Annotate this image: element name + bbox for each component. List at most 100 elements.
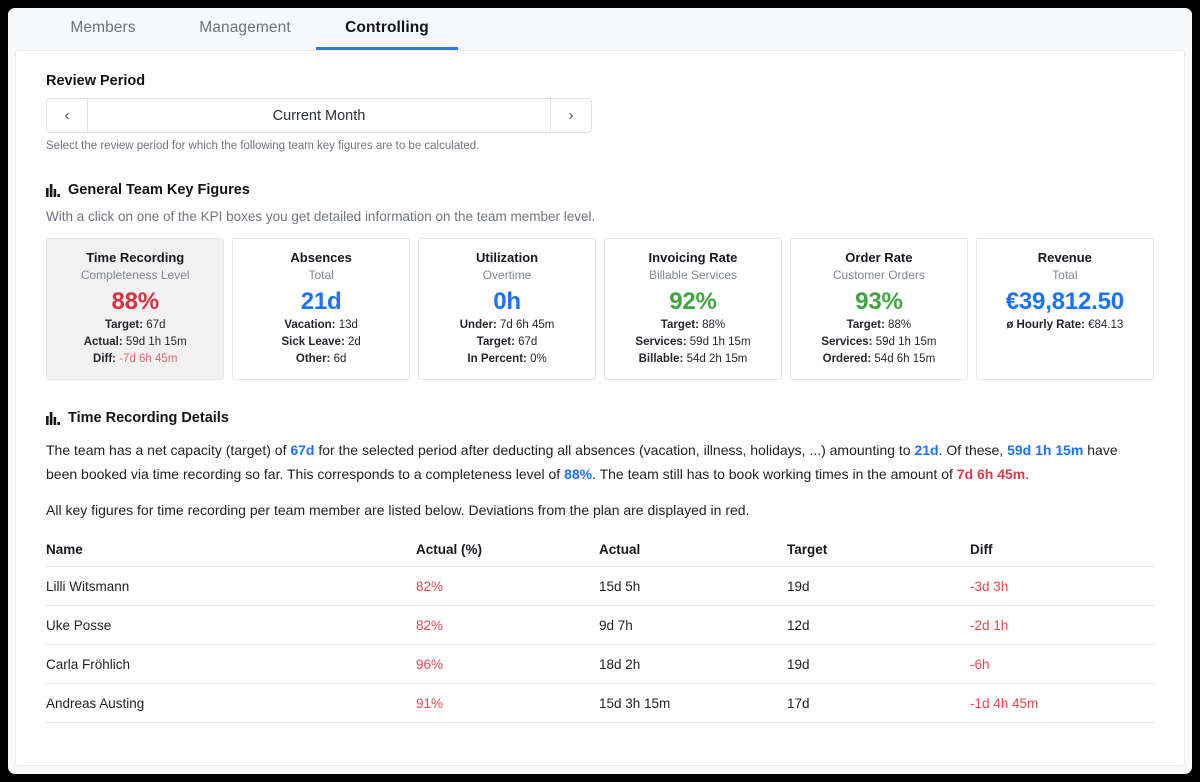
- content-panel: Review Period ‹ Current Month › Select t…: [15, 50, 1185, 766]
- kpi-card-grid: Time Recording Completeness Level 88% Ta…: [46, 238, 1155, 380]
- review-period-value[interactable]: Current Month: [88, 99, 550, 132]
- tab-members[interactable]: Members: [32, 8, 174, 50]
- kpi-detail-row: Billable: 54d 2h 15m: [613, 351, 773, 368]
- previous-period-button[interactable]: ‹: [47, 99, 88, 132]
- table-row[interactable]: Carla Fröhlich 96% 18d 2h 19d -6h: [46, 644, 1154, 684]
- cell-target: 17d: [787, 683, 970, 723]
- cell-diff: -2d 1h: [970, 605, 1154, 645]
- kpi-card-revenue[interactable]: Revenue Total €39,812.50 ø Hourly Rate: …: [975, 238, 1155, 380]
- kpi-detail-value: 0%: [530, 353, 547, 365]
- net-capacity-value: 67d: [290, 442, 315, 458]
- time-recording-summary-paragraph: The team has a net capacity (target) of …: [46, 438, 1151, 486]
- app-window: Members Management Controlling Review Pe…: [8, 8, 1192, 774]
- cell-diff: -6h: [970, 644, 1154, 684]
- kpi-title: Order Rate: [845, 250, 913, 265]
- kpi-title: Utilization: [476, 250, 539, 265]
- tab-management-label: Management: [199, 18, 291, 36]
- chevron-right-icon: ›: [568, 107, 574, 124]
- time-recording-details-header: Time Recording Details: [46, 410, 1154, 426]
- kpi-subtitle: Customer Orders: [832, 268, 925, 282]
- para-text: for the selected period after deducting …: [314, 442, 915, 458]
- review-period-hint: Select the review period for which the f…: [46, 140, 480, 152]
- team-member-time-table: Name Actual (%) Actual Target Diff Lilli…: [46, 542, 1154, 723]
- kpi-detail-label: Diff:: [93, 353, 117, 365]
- kpi-detail-label: Target:: [104, 319, 144, 331]
- kpi-card-order-rate[interactable]: Order Rate Customer Orders 93% Target: 8…: [789, 238, 969, 380]
- cell-actual-pct: 96%: [416, 644, 599, 684]
- kpi-value: 0h: [493, 288, 521, 315]
- para-text: The team has a net capacity (target) of: [46, 442, 291, 458]
- cell-target: 19d: [787, 644, 970, 684]
- kpi-detail-value: 59d 1h 15m: [125, 336, 187, 348]
- next-period-button[interactable]: ›: [550, 99, 591, 132]
- kpi-title: Absences: [290, 250, 352, 265]
- kpi-detail-row: Services: 59d 1h 15m: [613, 334, 773, 351]
- kpi-detail-value: 88%: [702, 319, 726, 331]
- table-header: Name Actual (%) Actual Target Diff: [46, 542, 1154, 567]
- kpi-subtitle: Billable Services: [648, 268, 737, 282]
- kpi-card-absences[interactable]: Absences Total 21d Vacation: 13d Sick Le…: [231, 238, 411, 380]
- kpi-detail-value: 59d 1h 15m: [689, 336, 751, 348]
- kpi-detail-value: 2d: [347, 336, 361, 348]
- outstanding-value: 7d 6h 45m: [956, 466, 1026, 482]
- tab-management[interactable]: Management: [174, 8, 316, 50]
- table-header-row: Name Actual (%) Actual Target Diff: [46, 542, 1154, 567]
- kpi-detail-row: Vacation: 13d: [241, 317, 401, 334]
- cell-target: 12d: [787, 605, 970, 645]
- cell-name: Uke Posse: [46, 605, 416, 645]
- para-text: . Of these,: [938, 442, 1008, 458]
- kpi-value: 88%: [111, 288, 159, 315]
- kpi-detail-label: Target:: [476, 336, 515, 348]
- tab-members-label: Members: [70, 18, 136, 36]
- tab-controlling[interactable]: Controlling: [316, 8, 458, 50]
- para-text: .: [1025, 466, 1030, 482]
- kpi-detail-label: Vacation:: [284, 319, 336, 331]
- review-period-selector[interactable]: ‹ Current Month ›: [46, 98, 592, 133]
- column-header-diff: Diff: [970, 542, 1154, 567]
- kpi-detail-label: Services:: [635, 336, 687, 348]
- kpi-detail-label: Billable:: [638, 353, 684, 365]
- kpi-detail-value: 54d 6h 15m: [874, 353, 936, 365]
- cell-name: Lilli Witsmann: [46, 566, 416, 606]
- kpi-card-time-recording[interactable]: Time Recording Completeness Level 88% Ta…: [46, 238, 225, 380]
- kpi-detail-label: Under:: [459, 319, 497, 331]
- kpi-detail-row: Under: 7d 6h 45m: [427, 317, 587, 334]
- kpi-detail-label: Other:: [295, 353, 331, 365]
- kpi-card-utilization[interactable]: Utilization Overtime 0h Under: 7d 6h 45m…: [417, 238, 597, 380]
- general-key-figures-title: General Team Key Figures: [68, 182, 250, 198]
- kpi-detail-row: Sick Leave: 2d: [241, 334, 401, 351]
- time-recording-details-title: Time Recording Details: [68, 410, 229, 426]
- kpi-title: Revenue: [1037, 250, 1092, 265]
- bar-chart-icon: [46, 183, 60, 197]
- booked-value: 59d 1h 15m: [1007, 442, 1084, 458]
- table-row[interactable]: Uke Posse 82% 9d 7h 12d -2d 1h: [46, 605, 1154, 645]
- kpi-detail-row: Services: 59d 1h 15m: [799, 334, 959, 351]
- kpi-detail-label: Sick Leave:: [281, 336, 345, 348]
- column-header-name: Name: [46, 542, 416, 567]
- kpi-detail-row: Actual: 59d 1h 15m: [55, 334, 215, 351]
- kpi-detail-label: Target:: [660, 319, 699, 331]
- kpi-value: 21d: [300, 288, 342, 315]
- kpi-detail-label: Ordered:: [822, 353, 872, 365]
- kpi-value: €39,812.50: [1005, 288, 1124, 315]
- kpi-detail-value: 88%: [888, 319, 912, 331]
- table-row[interactable]: Andreas Austing 91% 15d 3h 15m 17d -1d 4…: [46, 683, 1154, 723]
- kpi-card-invoicing-rate[interactable]: Invoicing Rate Billable Services 92% Tar…: [603, 238, 783, 380]
- column-header-actual-pct: Actual (%): [416, 542, 599, 567]
- tab-bar: Members Management Controlling: [8, 8, 1192, 50]
- chevron-left-icon: ‹: [64, 107, 70, 124]
- kpi-value: 92%: [669, 288, 717, 315]
- table-row[interactable]: Lilli Witsmann 82% 15d 5h 19d -3d 3h: [46, 566, 1154, 606]
- kpi-detail-value: 13d: [338, 319, 358, 331]
- general-key-figures-subtitle: With a click on one of the KPI boxes you…: [46, 209, 596, 224]
- cell-actual-pct: 82%: [416, 605, 599, 645]
- kpi-detail-label: ø Hourly Rate:: [1006, 319, 1085, 331]
- column-header-target: Target: [787, 542, 970, 567]
- kpi-detail-row: Target: 88%: [799, 317, 959, 334]
- table-body: Lilli Witsmann 82% 15d 5h 19d -3d 3h Uke…: [46, 566, 1154, 723]
- kpi-detail-value: 67d: [518, 336, 538, 348]
- review-period-heading: Review Period: [46, 73, 146, 89]
- kpi-value: 93%: [855, 288, 903, 315]
- cell-actual: 18d 2h: [599, 644, 787, 684]
- cell-actual: 15d 5h: [599, 566, 787, 606]
